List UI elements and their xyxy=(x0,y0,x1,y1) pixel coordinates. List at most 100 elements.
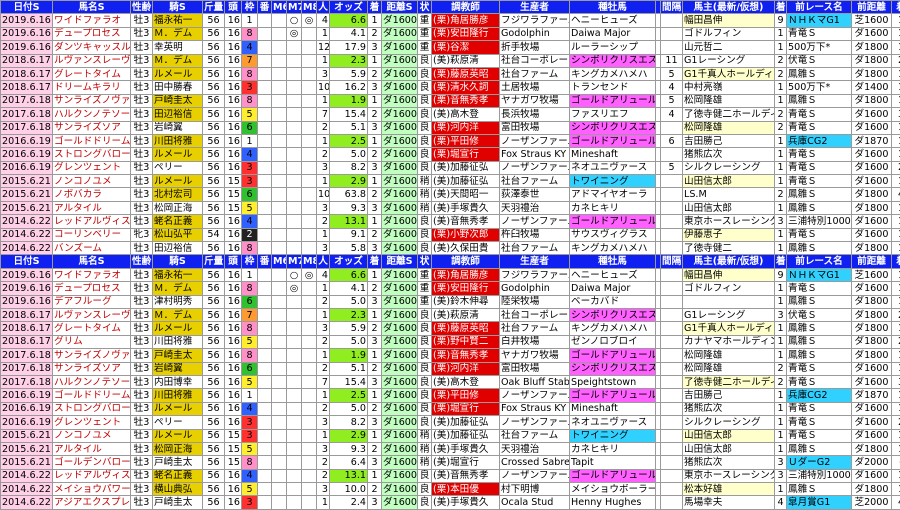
table-row[interactable]: 2014.6.22アジアエクスプレス牡3戸崎圭太5616312.43ダ1600良… xyxy=(1,496,900,509)
table-row[interactable]: 2017.6.18サンライズソア牡3岩崎翼5616625.13ダ1600良(栗)… xyxy=(1,121,900,134)
cell-weight: 56 xyxy=(203,389,225,402)
cell-horse[interactable]: デアフルーグ xyxy=(53,295,131,308)
table-row[interactable]: 2015.6.21アルタイル牡3松岡正海5615539.33ダ1600稍(美)手… xyxy=(1,201,900,214)
cell-trainer: (美)手塚貴久 xyxy=(432,201,500,214)
cell-horse[interactable]: ストロングバローズ xyxy=(53,148,131,161)
table-row[interactable]: 2016.6.19ゴールドドリーム牡3川田将雅5616112.51ダ1600良(… xyxy=(1,389,900,402)
cell-horse[interactable]: サンライズソア xyxy=(53,362,131,375)
cell-horse[interactable]: アルタイル xyxy=(53,442,131,455)
cell-horse[interactable]: ワイドファラオ xyxy=(53,14,131,27)
cell-horse[interactable]: レッドアルヴィス xyxy=(53,215,131,228)
cell-horse[interactable]: ゴールドドリーム xyxy=(53,389,131,402)
cell-m8 xyxy=(302,469,317,482)
cell-track: 良 xyxy=(418,402,432,415)
cell-horse[interactable]: ドリームキラリ xyxy=(53,81,131,94)
table-row[interactable]: 2019.6.16ワイドファラオ牡3福永祐一56161○◎46.61ダ1600重… xyxy=(1,14,900,27)
cell-weight: 56 xyxy=(203,215,225,228)
table-row[interactable]: 2014.6.22レッドアルヴィス牡3蛯名正義56164213.11ダ1600良… xyxy=(1,469,900,482)
cell-horse[interactable]: サンライズソア xyxy=(53,121,131,134)
cell-horse[interactable]: デュープロセス xyxy=(53,282,131,295)
table-row[interactable]: 2019.6.16デュープロセス牡3Ｍ．デム56168◎14.12ダ1600重(… xyxy=(1,27,900,40)
table-row[interactable]: 2017.6.18サンライズノヴァ牡3戸崎圭太5616811.91ダ1600良(… xyxy=(1,94,900,107)
cell-track: 重 xyxy=(418,268,432,281)
cell-horse[interactable]: ワイドファラオ xyxy=(53,268,131,281)
table-row[interactable]: 2015.6.21ノンコノユメ牡3ルメール5615312.91ダ1600稍(美)… xyxy=(1,429,900,442)
cell-horse[interactable]: ハルクンノテソーロ xyxy=(53,108,131,121)
cell-horse[interactable]: ノンコノユメ xyxy=(53,175,131,188)
cell-date: 2018.6.17 xyxy=(1,81,53,94)
cell-horse[interactable]: グリム xyxy=(53,335,131,348)
cell-sire: キングカメハメハ xyxy=(570,242,656,255)
cell-runners: 16 xyxy=(225,483,242,496)
cell-horse[interactable]: グレンツェント xyxy=(53,416,131,429)
cell-trainer: (美)手塚貴久 xyxy=(432,442,500,455)
cell-weight: 54 xyxy=(203,228,225,241)
cell-prev-race: 青竜Ｓ xyxy=(787,108,852,121)
cell-prev-finish-rank: 2 xyxy=(775,375,787,388)
cell-horse[interactable]: アジアエクスプレス xyxy=(53,496,131,509)
cell-horse[interactable]: アルタイル xyxy=(53,201,131,214)
table-row[interactable]: 2016.6.19グレンツェント牡3ペリー5616338.23ダ1600良(美)… xyxy=(1,416,900,429)
table-row[interactable]: 2014.6.22レッドアルヴィス牡3蛯名正義56164213.11ダ1600良… xyxy=(1,215,900,228)
cell-horse[interactable]: サンライズノヴァ xyxy=(53,349,131,362)
table-row[interactable]: 2018.6.17ルヴァンスレーヴ牡3Ｍ．デム5616712.31ダ1600良(… xyxy=(1,54,900,67)
cell-gate: 6 xyxy=(242,188,258,201)
table-row[interactable]: 2018.6.17グレートタイム牡3ルメール5616835.92ダ1600良(栗… xyxy=(1,67,900,80)
cell-horse[interactable]: ノボバカラ xyxy=(53,188,131,201)
cell-horse[interactable]: デュープロセス xyxy=(53,27,131,40)
cell-horse[interactable]: メイショウパワーズ xyxy=(53,483,131,496)
cell-horse[interactable]: グレートタイム xyxy=(53,67,131,80)
cell-owner: G1レーシング xyxy=(683,308,775,321)
table-row[interactable]: 2017.6.18ハルクンノテソーロ牡3田辺裕信56165715.42ダ1600… xyxy=(1,108,900,121)
table-row[interactable]: 2015.6.21ノンコノユメ牡3ルメール5615312.91ダ1600稍(美)… xyxy=(1,175,900,188)
table-row[interactable]: 2016.6.19ストロングバローズ牡3ルメール5616425.02ダ1600良… xyxy=(1,402,900,415)
cell-m7 xyxy=(287,121,302,134)
cell-horse[interactable]: ダンツキャッスル xyxy=(53,41,131,54)
cell-prev-finish: 2 xyxy=(892,161,900,174)
table-row[interactable]: 2014.6.22メイショウパワーズ牡3横山典弘56165310.02ダ1600… xyxy=(1,483,900,496)
table-row[interactable]: 2018.6.17ルヴァンスレーヴ牡3Ｍ．デム5616712.31ダ1600良(… xyxy=(1,308,900,321)
table-row[interactable]: 2019.6.16ダンツキャッスル牡3幸英明561641217.93ダ1600重… xyxy=(1,41,900,54)
table-row[interactable]: 2014.6.22コーリンベリー牝3松山弘平5416219.12ダ1600良(栗… xyxy=(1,228,900,241)
table-row[interactable]: 2018.6.17グレートタイム牡3ルメール5616835.92ダ1600良(栗… xyxy=(1,322,900,335)
table-row[interactable]: 2017.6.18サンライズソア牡3岩崎翼5616625.12ダ1600良(栗)… xyxy=(1,362,900,375)
cell-horse[interactable]: サンライズノヴァ xyxy=(53,94,131,107)
cell-sex-age: 牡3 xyxy=(131,201,153,214)
table-row[interactable]: 2015.6.21ゴールデンバローズ牡3戸崎圭太5615826.43ダ1600稍… xyxy=(1,456,900,469)
cell-interval xyxy=(661,429,683,442)
cell-horse[interactable]: ハルクンノテソーロ xyxy=(53,375,131,388)
table-row[interactable]: 2016.6.19ストロングバローズ牡3ルメール5616425.02ダ1600良… xyxy=(1,148,900,161)
table-row[interactable]: 2016.6.19ゴールドドリーム牡3川田将雅5616112.51ダ1600良(… xyxy=(1,134,900,147)
cell-popularity: 1 xyxy=(317,429,330,442)
table-row[interactable]: 2017.6.18ハルクンノテソーロ牡3内田博幸56165715.43ダ1600… xyxy=(1,375,900,388)
cell-horse[interactable]: ノンコノユメ xyxy=(53,429,131,442)
table-row[interactable]: 2015.6.21アルタイル牡3松岡正海5615539.32ダ1600稍(美)手… xyxy=(1,442,900,455)
cell-horse[interactable]: レッドアルヴィス xyxy=(53,469,131,482)
table-row[interactable]: 2018.6.17グリム牡3川田将雅5616525.03ダ1600良(栗)野中賢… xyxy=(1,335,900,348)
table-row[interactable]: 2019.6.16デアフルーグ牡3津村明秀5616625.03ダ1600重(美)… xyxy=(1,295,900,308)
header-breeder: 生産者 xyxy=(500,1,570,14)
cell-runners: 16 xyxy=(225,322,242,335)
cell-horse[interactable]: ストロングバローズ xyxy=(53,402,131,415)
table-row[interactable]: 2019.6.16ワイドファラオ牡3福永祐一56161○◎46.61ダ1600重… xyxy=(1,268,900,281)
cell-horse[interactable]: ゴールドドリーム xyxy=(53,134,131,147)
table-row[interactable]: 2019.6.16デュープロセス牡3Ｍ．デム56168◎14.12ダ1600重(… xyxy=(1,282,900,295)
cell-horse[interactable]: バンズーム xyxy=(53,242,131,255)
cell-horse[interactable]: ルヴァンスレーヴ xyxy=(53,308,131,321)
cell-horse[interactable]: ゴールデンバローズ xyxy=(53,456,131,469)
cell-prev-race: 兵庫CG2 xyxy=(787,389,852,402)
cell-horse[interactable]: コーリンベリー xyxy=(53,228,131,241)
cell-horse[interactable]: グレートタイム xyxy=(53,322,131,335)
cell-breeder: Fox Straus KY xyxy=(500,148,570,161)
cell-distance: ダ1600 xyxy=(382,496,418,509)
cell-horse[interactable]: グレンツェント xyxy=(53,161,131,174)
table-row[interactable]: 2014.6.22バンズーム牡3田辺裕信5616835.83ダ1600良(美)久… xyxy=(1,242,900,255)
table-row[interactable]: 2015.6.21ノボバカラ牡3北村宏司561561063.82ダ1600稍(美… xyxy=(1,188,900,201)
cell-horse[interactable]: ルヴァンスレーヴ xyxy=(53,54,131,67)
cell-finish: 3 xyxy=(368,41,382,54)
table-row[interactable]: 2017.6.18サンライズノヴァ牡3戸崎圭太5616811.91ダ1600良(… xyxy=(1,349,900,362)
cell-jockey: ルメール xyxy=(153,148,203,161)
cell-m8 xyxy=(302,402,317,415)
table-row[interactable]: 2018.6.17ドリームキラリ牡3田中勝春561631016.23ダ1600良… xyxy=(1,81,900,94)
table-row[interactable]: 2016.6.19グレンツェント牡3ペリー5616338.23ダ1600良(美)… xyxy=(1,161,900,174)
